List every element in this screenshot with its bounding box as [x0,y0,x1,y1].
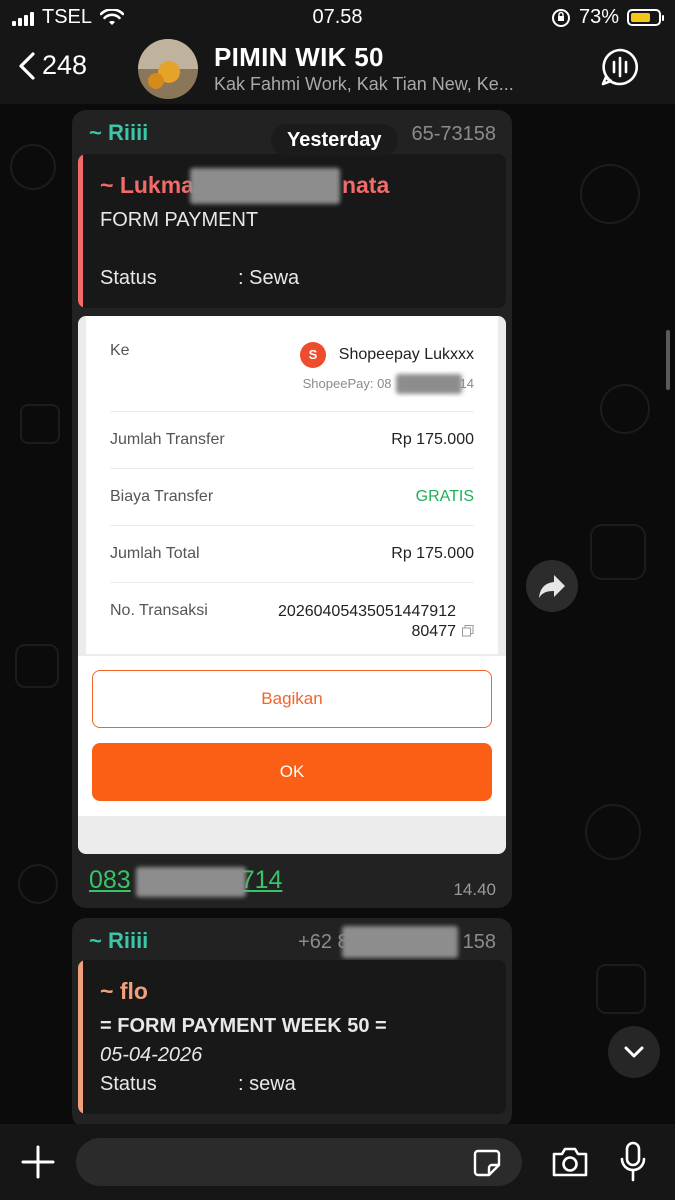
shopeepay-icon: S [300,342,326,368]
transfer-fee-row: Biaya Transfer GRATIS [110,469,474,526]
group-members[interactable]: Kak Fahmi Work, Kak Tian New, Ke... [214,74,554,95]
redaction-blur [342,926,458,958]
sender-phone: 65-73158 [411,123,496,145]
sender-name[interactable]: ~ Riiii [89,120,148,146]
receipt-image[interactable]: Ke S Shopeepay Lukxxx ShopeePay: 08 14 Ju… [78,316,506,854]
forward-button[interactable] [526,560,578,612]
transaction-row: No. Transaksi 20260405435051447912 80477 [110,583,474,653]
message-input[interactable] [76,1138,522,1186]
ok-button: OK [92,743,492,801]
copy-icon [462,625,474,637]
redaction-blur [190,168,340,204]
camera-icon[interactable] [550,1144,590,1180]
orientation-lock-icon [551,8,570,27]
sender-name[interactable]: ~ Riiii [89,928,148,954]
txn-label: No. Transaksi [110,602,208,619]
scroll-to-bottom-button[interactable] [608,1026,660,1078]
total-row: Jumlah Total Rp 175.000 [110,526,474,583]
group-avatar[interactable] [138,39,198,99]
quote-text: FORM PAYMENT [100,209,259,231]
row-value: Rp 175.000 [391,431,474,448]
forward-icon [539,575,565,598]
voice-chat-icon[interactable] [600,47,640,87]
message-bubble[interactable]: ~ Riiii +62 8 158 ~ flo = FORM PAYMENT WE… [72,918,512,1128]
share-button: Bagikan [92,670,492,728]
chevron-left-icon [19,51,35,80]
row-label: Jumlah Transfer [110,431,225,448]
status-bar: TSEL 07.58 73% [0,0,675,36]
back-button[interactable]: 248 [18,50,87,81]
date-pill: Yesterday [271,124,398,156]
receipt-card: Ke S Shopeepay Lukxxx ShopeePay: 08 14 Ju… [86,316,498,654]
redaction-blur [136,867,246,897]
compose-bar [0,1124,675,1200]
microphone-icon[interactable] [618,1140,648,1184]
battery-percent: 73% [578,6,619,28]
quoted-message[interactable]: ~ Lukma nata FORM PAYMENT Status : Sewa [78,154,506,308]
scroll-indicator[interactable] [666,330,670,390]
status-label: Status [100,267,157,289]
transfer-amount-row: Jumlah Transfer Rp 175.000 [110,412,474,469]
recipient-name: Shopeepay Lukxxx [338,346,474,363]
row-value: GRATIS [415,488,474,505]
status-value: : sewa [238,1073,296,1095]
row-label: Biaya Transfer [110,488,214,505]
receipt-buttons: Bagikan OK [78,656,506,816]
plus-icon[interactable] [18,1142,58,1182]
status-value: : Sewa [238,267,300,289]
redaction-blur [396,374,462,394]
unread-count: 248 [42,50,88,80]
txn-number: 20260405435051447912 80477 [278,603,456,640]
message-time: 14.40 [453,880,496,899]
status-label: Status [100,1073,157,1095]
sticker-icon[interactable] [472,1148,502,1178]
quote-author: ~ flo [100,978,148,1004]
chat-header: 248 PIMIN WIK 50 Kak Fahmi Work, Kak Tia… [0,36,675,104]
row-label: Jumlah Total [110,545,200,562]
battery-icon [627,9,664,26]
message-bubble[interactable]: ~ Riiii 65-73158 ~ Lukma nata FORM PAYMEN… [72,110,512,908]
row-value: Rp 175.000 [391,545,474,562]
chevron-down-icon [624,1046,644,1058]
to-label: Ke [110,342,130,359]
recipient-row: Ke S Shopeepay Lukxxx ShopeePay: 08 14 [110,316,474,412]
quote-text: = FORM PAYMENT WEEK 50 = [100,1015,387,1037]
group-title[interactable]: PIMIN WIK 50 [214,42,384,73]
quoted-message[interactable]: ~ flo = FORM PAYMENT WEEK 50 = 05-04-202… [78,960,506,1114]
quote-date: 05-04-2026 [100,1044,203,1066]
